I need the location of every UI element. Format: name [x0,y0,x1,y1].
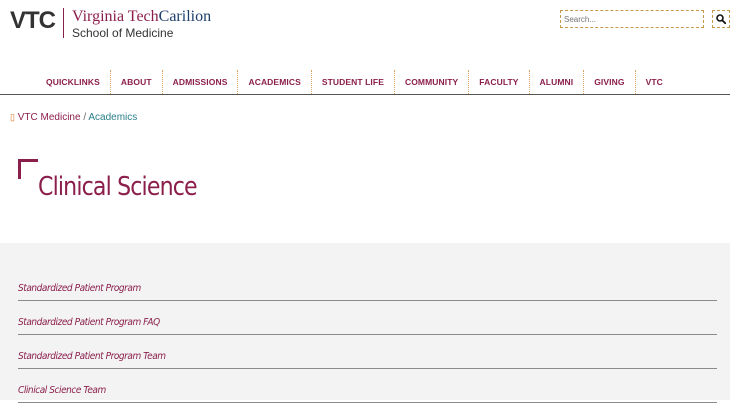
nav-academics[interactable]: ACADEMICS [238,70,312,94]
page-title: Clinical Science [38,172,198,202]
search-icon [716,14,726,24]
link-standardized-patient-program-team[interactable]: Standardized Patient Program Team [18,351,166,362]
search-form [560,10,730,28]
search-button[interactable] [712,10,730,28]
link-standardized-patient-program-faq[interactable]: Standardized Patient Program FAQ [18,317,160,328]
breadcrumb-home-link[interactable]: VTC Medicine [18,112,81,123]
list-item: Standardized Patient Program Team [18,346,717,369]
breadcrumb-separator: / [83,112,87,123]
logo-school-of-medicine: School of Medicine [72,26,174,40]
nav-alumni[interactable]: ALUMNI [530,70,585,94]
logo-divider [63,8,64,38]
link-clinical-science-team[interactable]: Clinical Science Team [18,385,106,396]
list-item: Standardized Patient Program FAQ [18,312,717,335]
nav-giving[interactable]: GIVING [584,70,636,94]
nav-admissions[interactable]: ADMISSIONS [163,70,239,94]
logo-virginia-tech: Virginia Tech [72,8,159,25]
logo-line1: Virginia TechCarilion [72,8,211,25]
links-section: Standardized Patient Program Standardize… [0,243,730,403]
logo-carilion: Carilion [158,8,212,25]
nav-about[interactable]: ABOUT [111,70,163,94]
nav-student-life[interactable]: STUDENT LIFE [312,70,395,94]
main-nav: QUICKLINKS ABOUT ADMISSIONS ACADEMICS ST… [0,70,730,95]
nav-community[interactable]: COMMUNITY [395,70,470,94]
nav-faculty[interactable]: FACULTY [469,70,530,94]
nav-vtc[interactable]: VTC [636,70,673,94]
logo-vtc-mark: VTC [10,7,56,34]
link-standardized-patient-program[interactable]: Standardized Patient Program [18,283,141,294]
nav-quicklinks[interactable]: QUICKLINKS [36,70,111,94]
site-logo[interactable]: VTC Virginia TechCarilion School of Medi… [10,8,211,41]
search-input[interactable] [560,10,704,28]
logo-text: Virginia TechCarilion School of Medicine [72,8,211,41]
breadcrumb-current[interactable]: Academics [88,112,137,123]
site-header: VTC Virginia TechCarilion School of Medi… [0,0,730,64]
list-item: Standardized Patient Program [18,278,717,301]
home-icon: ▯ [10,112,15,122]
title-corner-decoration [18,159,38,179]
breadcrumb: ▯ VTC Medicine / Academics [10,112,137,123]
